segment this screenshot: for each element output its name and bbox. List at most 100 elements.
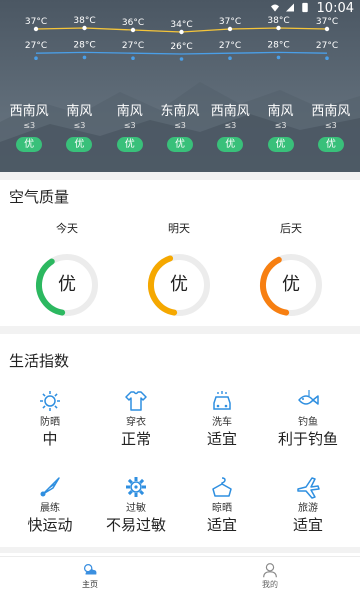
aqi-badge: 优: [267, 137, 294, 152]
low-temp-label: 28°C: [267, 40, 289, 50]
life-index-name: 晨练: [40, 503, 60, 514]
nav-tab-home[interactable]: 主页: [60, 561, 120, 591]
high-temp-point: [227, 26, 233, 32]
low-temp-point: [34, 56, 38, 60]
allergy-gear-icon: [126, 477, 146, 497]
air-quality-day-label: 后天: [280, 222, 302, 235]
nav-tab-profile[interactable]: 我的: [240, 561, 300, 591]
low-temp-label: 26°C: [170, 42, 192, 52]
forecast-panel: 10:04 37°C 27°C 38°C 28°C 36°C 27°C 34°C 26°C 37…: [0, 0, 360, 172]
forecast-day[interactable]: 南风 ≤3 优: [106, 104, 154, 152]
life-index-item[interactable]: 过敏 不易过敏: [93, 474, 179, 535]
aqi-gauge: 优: [32, 250, 102, 320]
wind-level: ≤3: [123, 121, 136, 130]
life-index-item[interactable]: 旅游 适宜: [265, 474, 351, 535]
high-temp-point: [276, 25, 281, 31]
aqi-gauge: 优: [144, 250, 214, 320]
low-temp-line: [35, 51, 328, 55]
section-divider: [0, 326, 360, 334]
air-quality-title: 空气质量: [9, 188, 70, 206]
shirt-icon: [125, 391, 147, 411]
person-icon: [263, 563, 277, 578]
aqi-value: 优: [170, 274, 188, 295]
life-index-value: 快运动: [27, 516, 73, 534]
badminton-icon: [40, 477, 60, 497]
life-index-value: 适宜: [206, 516, 237, 534]
life-index-item[interactable]: 防晒中: [7, 388, 93, 449]
life-index-item[interactable]: 洗车 适宜: [179, 388, 265, 449]
forecast-day[interactable]: 南风 ≤3 优: [55, 104, 103, 152]
life-index-name: 钓鱼: [298, 417, 318, 428]
low-temp-label: 28°C: [73, 40, 95, 50]
life-index-name: 过敏: [126, 503, 146, 514]
air-quality-day: 明天优: [139, 222, 219, 320]
life-index-value: 利于钓鱼: [277, 430, 338, 448]
wind-level: ≤3: [324, 121, 337, 130]
life-index-item[interactable]: 钓鱼 利于钓鱼: [265, 388, 351, 449]
fish-icon: [298, 390, 319, 405]
aqi-value: 优: [58, 274, 76, 295]
life-index-name: 晾晒: [212, 503, 232, 514]
temperature-trend-chart: 37°C 27°C 38°C 28°C 36°C 27°C 34°C 26°C 37°C 27°C…: [25, 16, 338, 61]
high-temp-label: 36°C: [122, 18, 144, 28]
low-temp-point: [276, 55, 281, 60]
wind-direction: 西南风: [210, 104, 250, 119]
high-temp-point: [33, 26, 39, 32]
life-index-name: 旅游: [298, 503, 318, 514]
aqi-badge: 优: [16, 137, 43, 152]
bottom-navigation: 主页 我的: [0, 556, 360, 601]
life-index-name: 穿衣: [126, 417, 146, 428]
hanger-icon: [212, 477, 232, 497]
life-index-value: 不易过敏: [105, 516, 166, 534]
low-temp-label: 27°C: [25, 41, 47, 51]
wind-direction: 东南风: [160, 104, 200, 119]
life-index-title: 生活指数: [9, 352, 70, 370]
high-temp-label: 38°C: [267, 16, 289, 26]
aqi-badge: 优: [66, 137, 93, 152]
high-temp-label: 37°C: [316, 17, 338, 27]
air-quality-day-label: 今天: [56, 222, 78, 235]
life-index-value: 适宜: [292, 516, 323, 534]
wind-direction: 西南风: [311, 104, 351, 119]
forecast-day[interactable]: 东南风 ≤3 优: [156, 104, 204, 152]
low-temp-point: [82, 55, 87, 60]
low-temp-label: 27°C: [316, 41, 338, 51]
weather-home-icon: [83, 563, 97, 575]
wind-direction: 南风: [66, 104, 93, 119]
life-index-item[interactable]: 穿衣 正常: [93, 388, 179, 449]
low-temp-point: [228, 56, 232, 60]
low-temp-point: [179, 57, 184, 61]
forecast-day[interactable]: 西南风 ≤3 优: [206, 104, 254, 152]
forecast-day[interactable]: 西南风 ≤3 优: [5, 104, 53, 152]
air-quality-day: 今天优: [27, 222, 107, 320]
high-temp-label: 34°C: [170, 20, 192, 30]
sun-icon: [40, 391, 60, 411]
life-index-value: 正常: [120, 430, 151, 448]
wind-level: ≤3: [224, 121, 237, 130]
life-index-item[interactable]: 晨练 快运动: [7, 474, 93, 535]
high-temp-point: [324, 26, 330, 32]
high-temp-label: 38°C: [73, 16, 95, 26]
car-wash-icon: [213, 391, 231, 410]
wind-direction: 南风: [267, 104, 294, 119]
aqi-badge: 优: [317, 137, 344, 152]
aqi-badge: 优: [116, 137, 143, 152]
low-temp-label: 27°C: [219, 41, 241, 51]
life-index-value: 中: [42, 430, 58, 448]
wind-level: ≤3: [73, 121, 86, 130]
wind-level: ≤3: [23, 121, 36, 130]
air-quality-day-label: 明天: [168, 222, 190, 235]
plane-icon: [297, 477, 320, 499]
section-divider: [0, 172, 360, 180]
high-temp-label: 37°C: [219, 17, 241, 27]
low-temp-point: [131, 56, 135, 60]
life-index-item[interactable]: 晾晒 适宜: [179, 474, 265, 535]
low-temp-point: [325, 56, 329, 60]
high-temp-label: 37°C: [25, 17, 47, 27]
life-index-name: 洗车: [212, 417, 232, 428]
forecast-day[interactable]: 南风 ≤3 优: [257, 104, 305, 152]
high-temp-point: [130, 27, 136, 33]
forecast-day[interactable]: 西南风 ≤3 优: [307, 104, 355, 152]
wind-direction: 西南风: [9, 104, 49, 119]
wind-level: ≤3: [174, 121, 186, 130]
